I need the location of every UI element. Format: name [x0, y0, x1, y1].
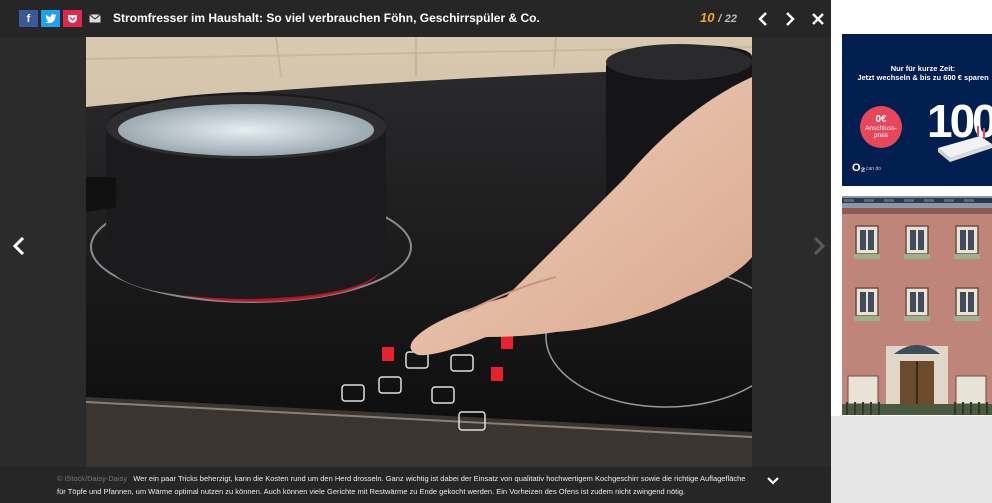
- slide-counter: 10 / 22: [700, 10, 737, 25]
- close-icon: [812, 13, 824, 25]
- slide-current: 10: [700, 10, 715, 25]
- slide-separator: /: [718, 13, 722, 25]
- image-credit: © iStock/Daisy-Daisy: [57, 474, 128, 483]
- slide-total: 22: [724, 13, 738, 25]
- router-image: [938, 126, 992, 162]
- chevron-left-icon: [13, 237, 25, 255]
- gallery-image: [86, 37, 752, 467]
- chevron-right-icon: [813, 237, 825, 255]
- twitter-share-button[interactable]: [41, 10, 60, 27]
- chevron-left-icon: [758, 12, 767, 26]
- pocket-share-button[interactable]: [63, 10, 82, 27]
- facebook-icon: f: [26, 12, 31, 25]
- advertisement-illustration[interactable]: [842, 196, 992, 415]
- next-slide-arrow[interactable]: [810, 234, 828, 258]
- ad-brand-tagline: can do: [866, 166, 882, 172]
- ad-headline: Nur für kurze Zeit: Jetzt wechseln & bis…: [848, 64, 992, 82]
- facebook-share-button[interactable]: f: [19, 10, 38, 27]
- caption-collapse-button[interactable]: [765, 475, 781, 487]
- twitter-icon: [45, 13, 56, 23]
- chevron-down-icon: [767, 477, 779, 485]
- ad-brand-logo: O₂: [852, 162, 866, 174]
- building-illustration: [842, 196, 992, 415]
- caption-text-block: © iStock/Daisy-Daisy Wer ein paar Tricks…: [57, 472, 752, 498]
- gallery-title: Stromfresser im Haushalt: So viel verbra…: [113, 11, 540, 25]
- image-caption: © iStock/Daisy-Daisy Wer ein paar Tricks…: [0, 467, 831, 503]
- ad-badge-line1: Anschluss-: [865, 125, 897, 132]
- gallery-lightbox: f Stromfresser im Haushalt: So viel verb…: [0, 0, 831, 503]
- ad-headline-line2: Jetzt wechseln & bis zu 600 € sparen: [857, 73, 989, 82]
- previous-slide-button[interactable]: [752, 7, 774, 31]
- gallery-header: f Stromfresser im Haushalt: So viel verb…: [0, 0, 831, 37]
- advertisement-banner[interactable]: Nur für kurze Zeit: Jetzt wechseln & bis…: [842, 34, 992, 186]
- pocket-icon: [68, 14, 77, 23]
- ad-price-badge: 0€ Anschluss- preis: [860, 106, 902, 148]
- cooktop-photo: [86, 37, 752, 467]
- mail-share-button[interactable]: [85, 10, 104, 27]
- next-slide-button[interactable]: [779, 7, 801, 31]
- mail-icon: [88, 14, 101, 23]
- close-gallery-button[interactable]: [807, 7, 829, 31]
- ad-badge-line2: preis: [873, 132, 889, 139]
- ad-headline-line1: Nur für kurze Zeit:: [890, 64, 956, 73]
- ad-badge-price: 0€: [875, 114, 887, 125]
- previous-slide-arrow[interactable]: [10, 234, 28, 258]
- chevron-right-icon: [786, 12, 795, 26]
- ad-placeholder: [831, 416, 992, 503]
- caption-text: Wer ein paar Tricks beherzigt, kann die …: [57, 474, 746, 496]
